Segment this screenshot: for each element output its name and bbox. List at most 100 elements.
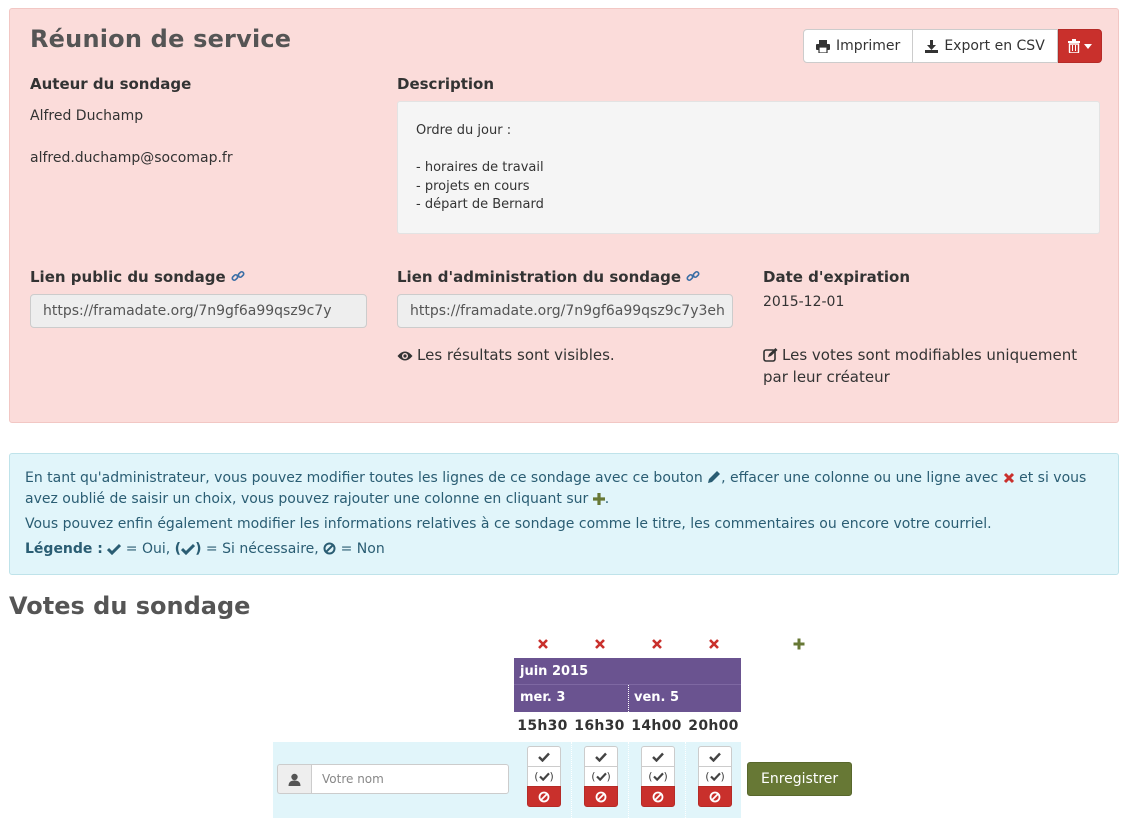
- description-line: - horaires de travail: [416, 160, 544, 175]
- author-label: Auteur du sondage: [30, 75, 192, 93]
- public-link-heading: Lien public du sondage: [30, 268, 245, 286]
- alert-legend: Légende : = Oui, () = Si nécessaire, = N…: [25, 539, 1103, 560]
- description-line: - départ de Bernard: [416, 197, 544, 212]
- vote-yes-button[interactable]: [584, 746, 618, 767]
- link-icon: [686, 270, 700, 282]
- column-separator: [571, 742, 572, 818]
- column-separator: [628, 742, 629, 818]
- hour-header: 15h30: [517, 718, 568, 734]
- check-icon: [107, 543, 122, 555]
- public-link-label: Lien public du sondage: [30, 268, 226, 286]
- paren-close: ): [663, 770, 668, 783]
- print-button[interactable]: Imprimer: [803, 29, 914, 63]
- results-visibility-text: Les résultats sont visibles.: [417, 346, 615, 364]
- vote-yes-button[interactable]: [641, 746, 675, 767]
- vote-choices-col-4: (): [698, 746, 732, 807]
- description-box: Ordre du jour : - horaires de travail - …: [397, 101, 1100, 234]
- check-icon: [595, 772, 607, 781]
- alert-text: En tant qu'administrateur, vous pouvez m…: [25, 470, 708, 486]
- alert-paragraph-2: Vous pouvez enfin également modifier les…: [25, 516, 992, 532]
- day-separator: [628, 685, 629, 712]
- vote-choices-col-2: (): [584, 746, 618, 807]
- vote-maybe-button[interactable]: (): [698, 766, 732, 787]
- author-email: alfred.duchamp@socomap.fr: [30, 150, 233, 166]
- paren-close: ): [606, 770, 611, 783]
- user-icon: [288, 773, 301, 786]
- vote-maybe-button[interactable]: (): [584, 766, 618, 787]
- check-icon: [595, 752, 607, 762]
- public-link-field[interactable]: https://framadate.org/7n9gf6a99qsz9c7y: [30, 294, 367, 328]
- hour-header: 16h30: [574, 718, 625, 734]
- legend-yes: = Oui,: [121, 541, 175, 557]
- votes-editability-line2: par leur créateur: [763, 368, 890, 386]
- description-line: [416, 141, 1081, 160]
- legend-maybe: = Si nécessaire,: [201, 541, 324, 557]
- author-name: Alfred Duchamp: [30, 108, 144, 124]
- delete-column-1-remove-icon[interactable]: [536, 637, 550, 651]
- print-label: Imprimer: [836, 38, 901, 54]
- user-icon-addon: [277, 764, 311, 794]
- results-visibility: Les résultats sont visibles.: [397, 344, 615, 366]
- ban-icon: [652, 791, 664, 802]
- alert-text: .: [604, 491, 610, 507]
- export-csv-button[interactable]: Export en CSV: [913, 29, 1058, 63]
- plus-icon: [592, 493, 605, 505]
- poll-header-panel: Réunion de service Imprimer Export en CS…: [9, 8, 1119, 423]
- delete-column-2-remove-icon[interactable]: [593, 637, 607, 651]
- legend-label: Légende :: [25, 541, 103, 557]
- legend-no: = Non: [336, 541, 385, 557]
- hour-header: 20h00: [688, 718, 739, 734]
- vote-choices-col-1: (): [527, 746, 561, 807]
- voter-name-input[interactable]: [311, 764, 509, 794]
- vote-maybe-button[interactable]: (): [527, 766, 561, 787]
- check-icon: [181, 543, 196, 555]
- vote-no-button[interactable]: [698, 786, 732, 807]
- print-icon: [816, 39, 830, 53]
- poll-actions: Imprimer Export en CSV: [803, 29, 1102, 63]
- add-column-plus-icon[interactable]: [792, 637, 806, 651]
- paren-close: ): [549, 770, 554, 783]
- eye-icon: [397, 351, 413, 361]
- description-label: Description: [397, 75, 495, 93]
- check-icon: [652, 752, 664, 762]
- month-header: juin 2015: [514, 658, 741, 685]
- day-header-1: mer. 3: [514, 685, 628, 712]
- ban-icon: [709, 791, 721, 802]
- check-icon: [538, 772, 550, 781]
- save-vote-button[interactable]: Enregistrer: [747, 762, 853, 796]
- ban-icon: [538, 791, 550, 802]
- vote-no-button[interactable]: [527, 786, 561, 807]
- hour-header: 14h00: [631, 718, 682, 734]
- export-csv-label: Export en CSV: [944, 38, 1045, 54]
- check-icon: [652, 772, 664, 781]
- admin-link-field[interactable]: https://framadate.org/7n9gf6a99qsz9c7y3e…: [397, 294, 733, 328]
- download-icon: [925, 39, 939, 53]
- description-line: Ordre du jour :: [416, 123, 512, 138]
- paren-close: ): [720, 770, 725, 783]
- votes-title: Votes du sondage: [9, 592, 251, 620]
- check-icon: [709, 752, 721, 762]
- edit-icon: [763, 348, 778, 362]
- alert-paragraph-1: En tant qu'administrateur, vous pouvez m…: [25, 468, 1103, 510]
- delete-column-3-remove-icon[interactable]: [650, 637, 664, 651]
- votes-editability-line1: Les votes sont modifiables uniquement: [782, 346, 1078, 364]
- pencil-icon: [708, 471, 721, 483]
- votes-editability: Les votes sont modifiables uniquement pa…: [763, 344, 1113, 388]
- vote-yes-button[interactable]: [698, 746, 732, 767]
- day-header-2: ven. 5: [628, 685, 741, 712]
- ban-icon: [595, 791, 607, 802]
- description-line: - projets en cours: [416, 178, 530, 194]
- check-icon: [538, 752, 550, 762]
- vote-yes-button[interactable]: [527, 746, 561, 767]
- poll-title: Réunion de service: [30, 25, 292, 53]
- admin-link-heading: Lien d'administration du sondage: [397, 268, 700, 286]
- caret-down-icon: [1083, 43, 1092, 49]
- link-icon: [231, 270, 245, 282]
- delete-dropdown-button[interactable]: [1057, 29, 1102, 63]
- vote-no-button[interactable]: [584, 786, 618, 807]
- vote-no-button[interactable]: [641, 786, 675, 807]
- delete-column-4-remove-icon[interactable]: [707, 637, 721, 651]
- admin-link-label: Lien d'administration du sondage: [397, 268, 682, 286]
- admin-info-alert: En tant qu'administrateur, vous pouvez m…: [9, 453, 1119, 575]
- vote-maybe-button[interactable]: (): [641, 766, 675, 787]
